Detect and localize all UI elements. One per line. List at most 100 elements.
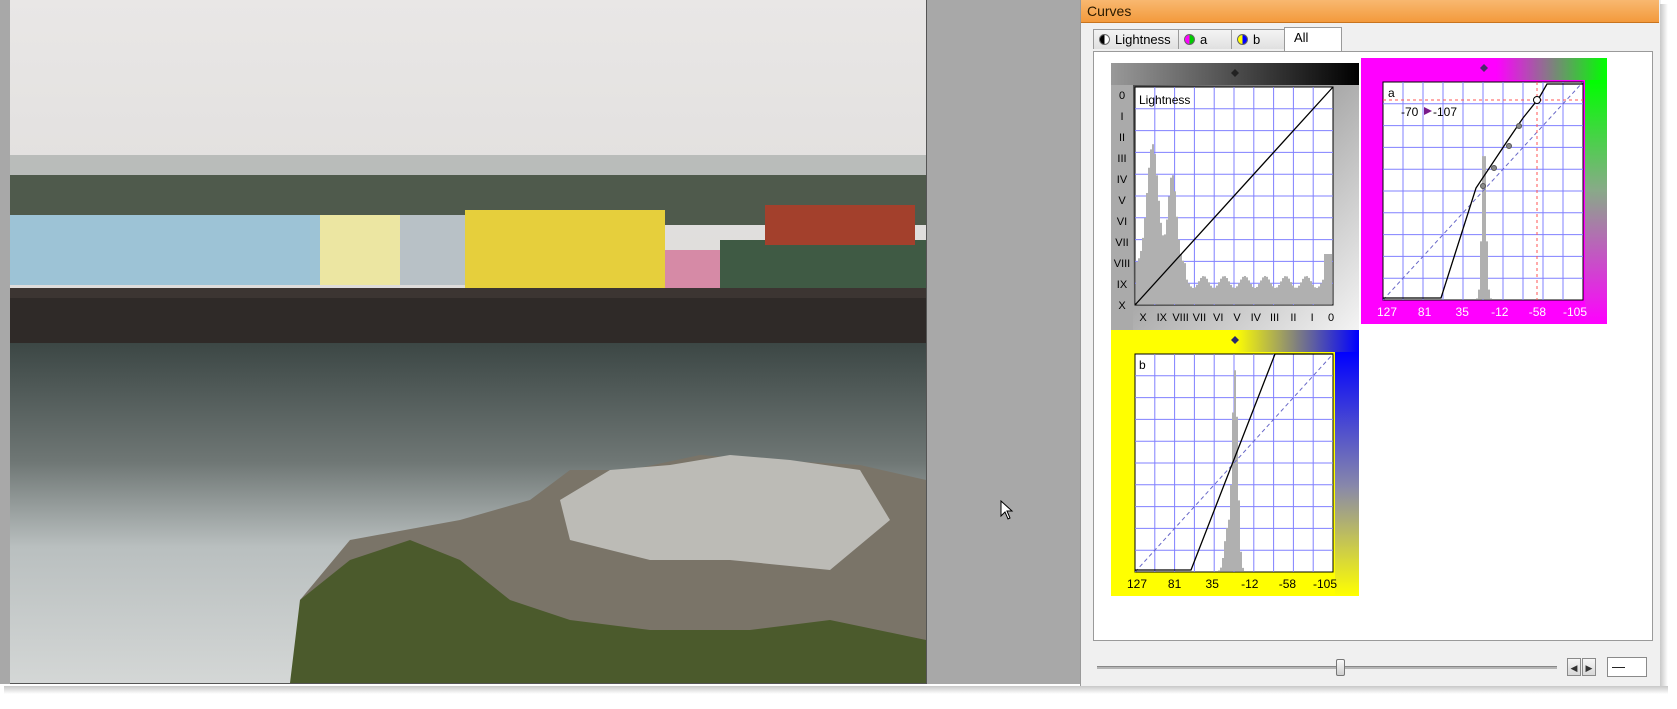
zoom-slider-track[interactable]	[1097, 666, 1557, 669]
histogram-bar	[1320, 283, 1322, 304]
histogram-bar	[1270, 283, 1272, 304]
y-tick-label: VIII	[1114, 258, 1131, 270]
histogram-bar	[1274, 287, 1276, 304]
histogram-bar	[1164, 234, 1166, 304]
histogram-bar	[1234, 370, 1236, 571]
tab-content: Lightness 0 I II III IV V VI VII VIII IX X X IX VIII…	[1093, 51, 1653, 641]
histogram-bar	[1280, 281, 1282, 304]
x-tick-label: -105	[1563, 305, 1587, 319]
histogram-bar	[1212, 287, 1214, 304]
histogram-bar	[1264, 276, 1266, 304]
x-tick-label: 81	[1168, 577, 1182, 591]
tab-label: All	[1294, 30, 1309, 45]
histogram-bar	[1260, 280, 1262, 304]
histogram-bar	[1478, 289, 1480, 299]
histogram-bar	[1202, 276, 1204, 304]
histogram-bar	[1232, 287, 1234, 304]
canvas-area	[0, 0, 1080, 684]
scroll-left-button[interactable]: ◀	[1567, 658, 1581, 676]
histogram-bar	[1172, 175, 1174, 304]
bottom-slider-row: ◀ ▶ —	[1093, 656, 1653, 678]
histogram-bar	[1236, 286, 1238, 304]
histogram-bar	[1136, 261, 1138, 304]
histogram-bar	[1178, 239, 1180, 304]
b-curve-editor[interactable]: b 127 81 35 -12 -58 -105	[1111, 330, 1359, 596]
y-tick-label: II	[1119, 132, 1125, 144]
histogram-bar	[1142, 237, 1144, 304]
window-shadow	[4, 686, 1668, 694]
x-tick-label: II	[1290, 312, 1296, 324]
histogram-bar	[1316, 287, 1318, 304]
a-curve-control-point[interactable]	[1480, 183, 1486, 189]
histogram-bar	[1272, 286, 1274, 304]
histogram-bar	[1226, 278, 1228, 304]
photo-preview[interactable]	[10, 0, 927, 684]
histogram-bar	[1218, 570, 1220, 571]
histogram-bar	[1150, 149, 1152, 304]
tab-b[interactable]: b	[1231, 29, 1285, 49]
a-curve-control-point[interactable]	[1506, 143, 1512, 149]
histogram-bar	[1198, 281, 1200, 304]
x-tick-label: X	[1139, 312, 1147, 324]
value-field[interactable]: —	[1607, 657, 1647, 677]
channel-tabs: Lightness a b All	[1093, 27, 1653, 51]
histogram-bar	[1156, 175, 1158, 304]
x-tick-label: V	[1233, 312, 1241, 324]
histogram-bar	[1312, 284, 1314, 304]
histogram-bar	[1190, 286, 1192, 304]
x-tick-label: 127	[1377, 305, 1397, 319]
histogram-bar	[1480, 241, 1482, 299]
x-tick-label: 0	[1328, 312, 1334, 324]
histogram-bar	[1292, 285, 1294, 304]
histogram-bar	[1216, 285, 1218, 304]
a-curve-control-point[interactable]	[1516, 123, 1522, 129]
histogram-bar	[1282, 278, 1284, 304]
b-channel-icon	[1237, 34, 1248, 45]
panel-title: Curves	[1087, 3, 1132, 19]
y-tick-label: 0	[1119, 90, 1125, 102]
histogram-bar	[1246, 277, 1248, 304]
histogram-bar	[1222, 276, 1224, 304]
y-tick-label: III	[1117, 153, 1126, 165]
histogram-bar	[1284, 276, 1286, 304]
y-tick-label: VI	[1117, 216, 1127, 228]
histogram-bar	[1306, 276, 1308, 304]
b-curve-label: b	[1139, 358, 1146, 372]
histogram-bar	[1488, 289, 1490, 299]
tab-lightness[interactable]: Lightness	[1093, 29, 1179, 49]
histogram-bar	[1240, 551, 1242, 571]
histogram-bar	[1204, 276, 1206, 304]
a-curve-editor[interactable]: a -70 -107 127 81 35 -12 -58 -105	[1361, 58, 1607, 324]
zoom-slider-thumb[interactable]	[1336, 659, 1345, 676]
histogram-bar	[1276, 287, 1278, 304]
y-tick-label: VII	[1115, 237, 1128, 249]
histogram-bar	[1232, 412, 1234, 571]
histogram-bar	[1144, 218, 1146, 304]
histogram-bar	[1324, 254, 1326, 304]
x-tick-label: 127	[1127, 577, 1147, 591]
histogram-bar	[1326, 254, 1328, 304]
histogram-bar	[1192, 287, 1194, 304]
x-tick-label: -58	[1279, 577, 1297, 591]
histogram-bar	[1230, 485, 1232, 571]
histogram-bar	[1296, 287, 1298, 304]
histogram-bar	[1218, 282, 1220, 304]
x-tick-label: I	[1311, 312, 1314, 324]
tab-all[interactable]: All	[1284, 27, 1342, 51]
histogram-bar	[1146, 193, 1148, 304]
x-tick-label: 35	[1456, 305, 1470, 319]
a-curve-control-point[interactable]	[1491, 165, 1497, 171]
lightness-curve-editor[interactable]: Lightness 0 I II III IV V VI VII VIII IX X X IX VIII…	[1111, 63, 1359, 331]
histogram-bar	[1308, 277, 1310, 304]
histogram-bar	[1228, 281, 1230, 304]
histogram-bar	[1158, 200, 1160, 304]
scroll-right-button[interactable]: ▶	[1582, 658, 1596, 676]
x-tick-label: -12	[1491, 305, 1509, 319]
histogram-bar	[1220, 278, 1222, 304]
window-shadow	[1660, 4, 1668, 688]
tab-a[interactable]: a	[1178, 29, 1232, 49]
lightness-curve-label: Lightness	[1139, 93, 1190, 107]
histogram-bar	[1214, 287, 1216, 304]
histogram-bar	[1228, 519, 1230, 571]
a-curve-selected-point[interactable]	[1533, 96, 1541, 104]
